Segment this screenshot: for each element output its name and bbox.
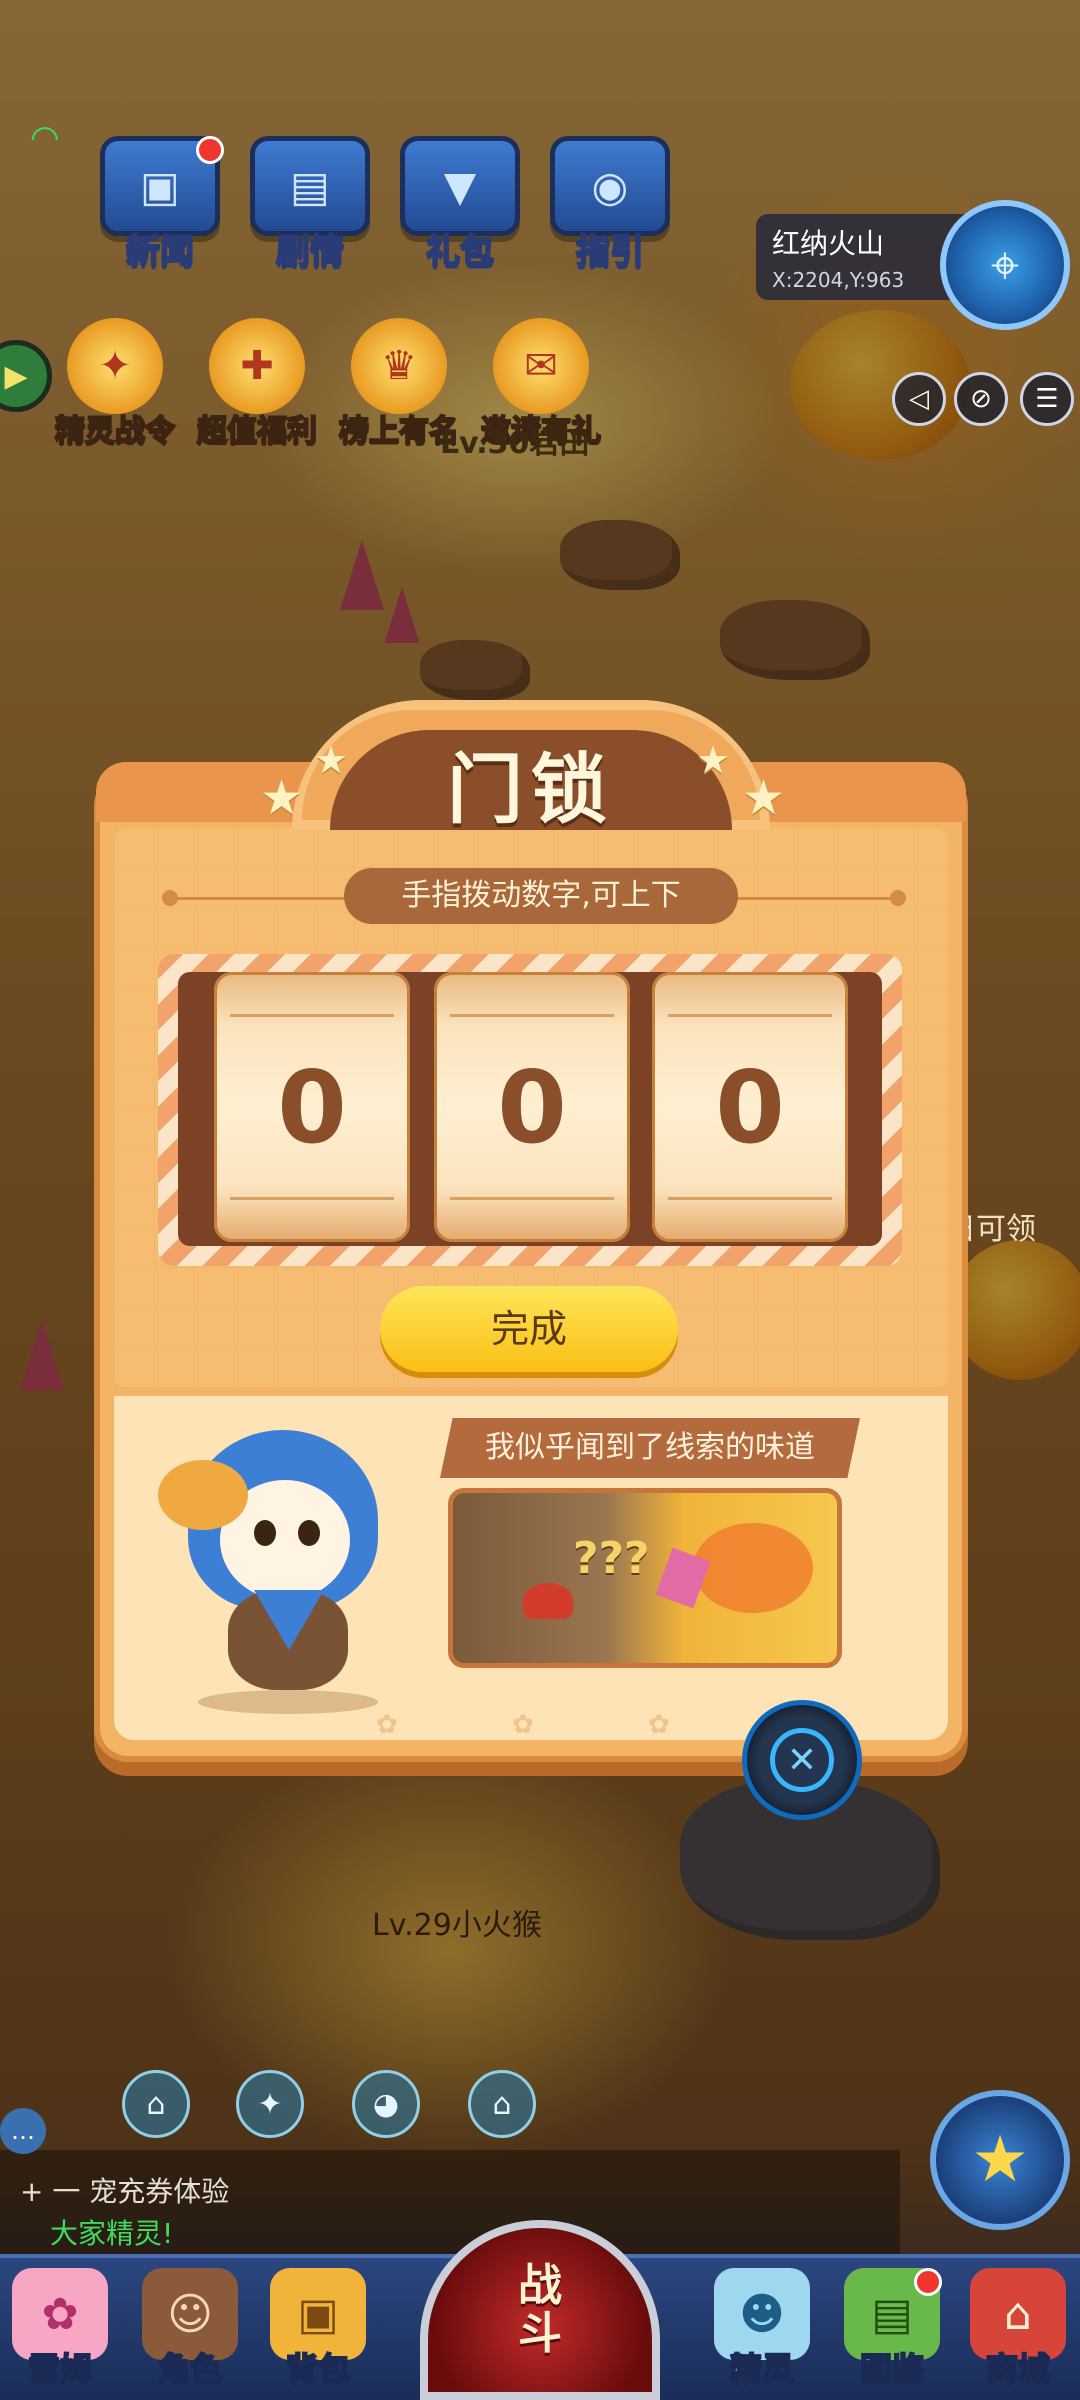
gift-pack-button[interactable]: ▼ 礼包 xyxy=(390,136,530,273)
book-icon: ▤ xyxy=(250,136,370,236)
house-icon[interactable]: ⌂ xyxy=(468,2070,536,2138)
trophy-icon: ♛ xyxy=(351,318,447,414)
map-icon[interactable]: ⌖ xyxy=(940,200,1070,330)
hint-divider-dot xyxy=(162,890,178,906)
nav-item-spirit[interactable]: ☻ 精灵 xyxy=(702,2268,822,2390)
dog-mascot xyxy=(158,1420,408,1720)
wheel-tick xyxy=(450,1197,614,1200)
paw-icon: ✿ xyxy=(376,1710,398,1740)
gift-chest-icon: ▼ xyxy=(400,136,520,236)
star-icon: ★ xyxy=(696,738,731,782)
star-icon: ★ xyxy=(314,738,349,782)
invite-icon: ✉ xyxy=(493,318,589,414)
nav-item-role[interactable]: ☺ 角色 xyxy=(130,2268,250,2390)
wifi-icon: ◠ xyxy=(30,118,60,158)
star-icon: ★ xyxy=(742,770,786,826)
speaker-icon[interactable]: ◁ xyxy=(892,372,946,426)
nav-item-bag[interactable]: ▣ 背包 xyxy=(258,2268,378,2390)
close-button[interactable]: ✕ xyxy=(742,1700,862,1820)
wheel-tick xyxy=(668,1014,832,1017)
digit-wheel-3[interactable]: 0 xyxy=(652,972,848,1242)
nav-item-shop[interactable]: ⌂ 商城 xyxy=(958,2268,1078,2390)
clue-ribbon: 我似乎闻到了线索的味道 xyxy=(440,1418,860,1478)
promo-pass[interactable]: ✦ 精灵战令 xyxy=(40,318,190,450)
guide-button[interactable]: ◉ 指引 xyxy=(540,136,680,273)
mute-icon[interactable]: ⊘ xyxy=(954,372,1008,426)
star-icon: ★ xyxy=(260,770,304,826)
pet-level-label: Lv.29小火猴 xyxy=(372,1908,542,1943)
star-wand-icon[interactable]: ★ xyxy=(930,2090,1070,2230)
story-button[interactable]: ▤ 剧情 xyxy=(240,136,380,273)
paw-icon: ✿ xyxy=(648,1710,670,1740)
dial-hint: 手指拨动数字,可上下 xyxy=(344,868,738,924)
close-icon: ✕ xyxy=(770,1728,834,1792)
digit-wheel-1[interactable]: 0 xyxy=(214,972,410,1242)
island-icon[interactable]: ⌂ xyxy=(122,2070,190,2138)
codex-badge xyxy=(914,2268,942,2296)
wheel-tick xyxy=(668,1197,832,1200)
pass-icon: ✦ xyxy=(67,318,163,414)
promo-welfare[interactable]: ✚ 超值福利 xyxy=(182,318,332,450)
dialog-title: 门锁 xyxy=(447,745,615,834)
question-marks: ??? xyxy=(573,1533,650,1584)
menu-icon[interactable]: ☰ xyxy=(1020,372,1074,426)
gift-icon: ✚ xyxy=(209,318,305,414)
news-badge xyxy=(196,136,224,164)
compass-icon[interactable]: ✦ xyxy=(236,2070,304,2138)
wheel-tick xyxy=(450,1014,614,1017)
guide-icon: ◉ xyxy=(550,136,670,236)
paw-icon: ✿ xyxy=(512,1710,534,1740)
pig-icon[interactable]: ◕ xyxy=(352,2070,420,2138)
chat-line: + 一 宠充券体验 xyxy=(20,2175,230,2208)
digit-wheel-2[interactable]: 0 xyxy=(434,972,630,1242)
hint-divider-dot xyxy=(890,890,906,906)
clue-image: ??? xyxy=(448,1488,842,1668)
wheel-tick xyxy=(230,1014,394,1017)
chat-line: 大家精灵! xyxy=(50,2217,174,2250)
nav-item-leimu[interactable]: ✿ 雷姆 xyxy=(0,2268,120,2390)
mushroom-icon xyxy=(523,1583,573,1619)
done-button[interactable]: 完成 xyxy=(380,1286,678,1372)
npc-level-tag: Lv.30岩田 xyxy=(440,426,590,461)
wheel-tick xyxy=(230,1197,394,1200)
chat-icon[interactable]: … xyxy=(0,2108,46,2154)
